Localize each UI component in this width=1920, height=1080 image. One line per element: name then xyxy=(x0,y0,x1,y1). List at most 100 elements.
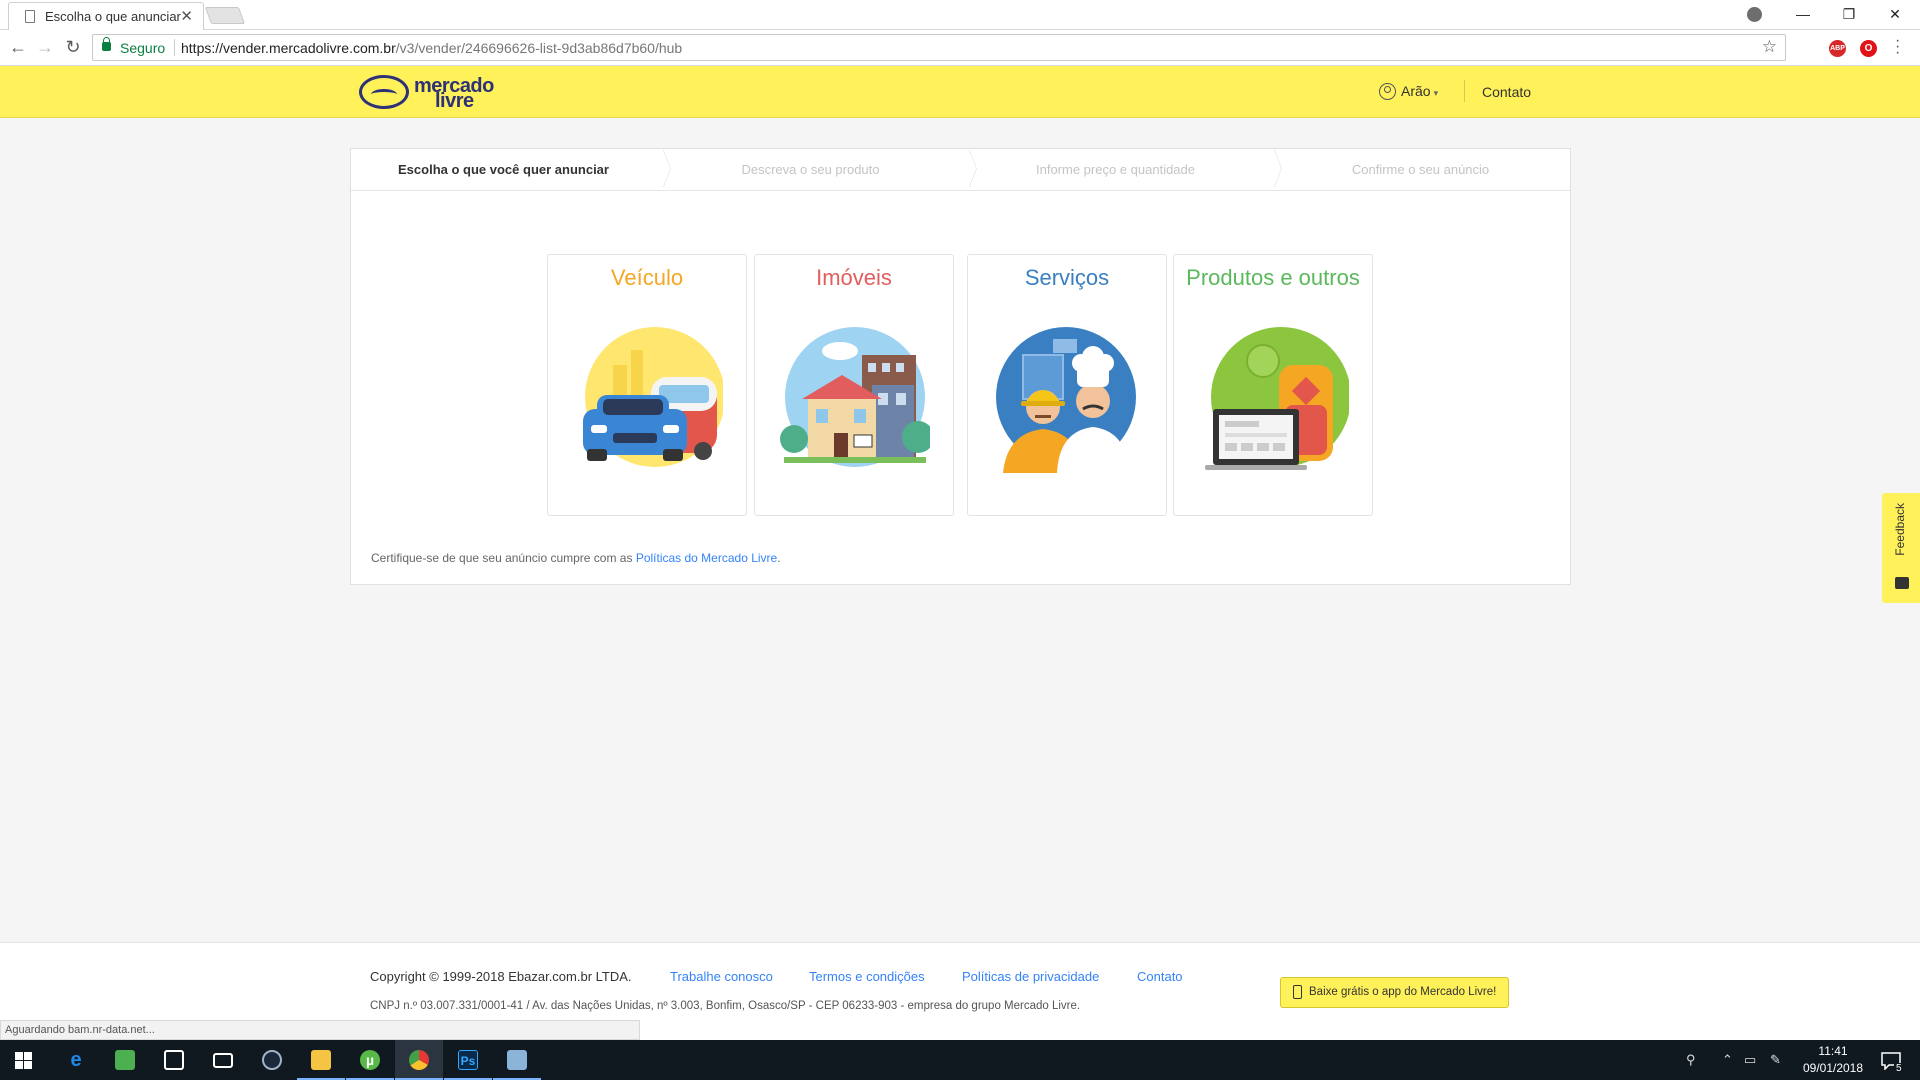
worker-icon xyxy=(996,327,1136,473)
category-title: Produtos e outros xyxy=(1186,265,1360,290)
taskbar-notepad-button[interactable] xyxy=(101,1040,149,1080)
mercado-livre-logo[interactable]: mercado livre xyxy=(359,75,499,112)
secure-label: Seguro xyxy=(120,40,166,56)
contact-link[interactable]: Contato xyxy=(1482,84,1531,100)
forward-icon[interactable]: → xyxy=(32,35,58,61)
step-price: Informe preço e quantidade xyxy=(1036,162,1195,177)
people-icon[interactable]: ⚲ xyxy=(1686,1052,1696,1068)
taskbar-photoshop-button[interactable]: Ps xyxy=(444,1040,492,1080)
store-icon xyxy=(164,1050,184,1070)
network-icon[interactable]: ▭ xyxy=(1744,1052,1756,1068)
browser-tab[interactable]: Escolha o que anunciar ✕ xyxy=(8,2,204,30)
footer-link-terms[interactable]: Termos e condições xyxy=(809,969,925,984)
footer-link-contact[interactable]: Contato xyxy=(1137,969,1183,984)
house-icon xyxy=(780,327,930,467)
step-describe: Descreva o seu produto xyxy=(741,162,880,177)
edge-icon: e xyxy=(70,1049,82,1071)
utorrent-icon: µ xyxy=(360,1050,380,1070)
user-icon xyxy=(1379,83,1396,100)
clock-date: 09/01/2018 xyxy=(1802,1061,1864,1075)
steam-icon xyxy=(262,1050,282,1070)
feedback-tab[interactable]: Feedback xyxy=(1882,493,1920,603)
taskbar-utorrent-button[interactable]: µ xyxy=(346,1040,394,1080)
adblock-icon[interactable]: ABP xyxy=(1829,40,1846,57)
browser-titlebar: Escolha o que anunciar ✕ — ❐ ✕ xyxy=(0,0,1920,30)
reload-icon[interactable]: ↻ xyxy=(60,35,86,61)
download-app-label: Baixe grátis o app do Mercado Livre! xyxy=(1309,986,1497,998)
explorer-icon xyxy=(311,1050,331,1070)
tab-title: Escolha o que anunciar xyxy=(45,9,181,24)
taskbar-explorer-button[interactable] xyxy=(297,1040,345,1080)
header-divider xyxy=(1464,80,1465,102)
laptop-backpack-icon xyxy=(1205,327,1349,470)
windows-icon xyxy=(15,1052,32,1069)
bookmark-star-icon[interactable]: ☆ xyxy=(1762,37,1777,57)
address-separator xyxy=(174,39,175,56)
taskbar-mail-button[interactable] xyxy=(199,1040,247,1080)
browser-toolbar: ← → ↻ Seguro https://vender.mercadolivre… xyxy=(0,30,1920,66)
page-icon xyxy=(25,10,35,23)
listing-wizard: Escolha o que você quer anunciar Descrev… xyxy=(350,148,1571,585)
minimize-button[interactable]: — xyxy=(1780,0,1826,30)
site-header: mercado livre Arão ▾ Contato xyxy=(0,66,1920,118)
mail-icon xyxy=(213,1053,233,1068)
chrome-icon xyxy=(409,1050,429,1070)
opera-icon[interactable]: O xyxy=(1860,40,1877,57)
chevron-down-icon: ▾ xyxy=(1433,88,1439,98)
category-card-vehicle[interactable]: Veículo xyxy=(547,254,747,516)
address-bar[interactable]: Seguro https://vender.mercadolivre.com.b… xyxy=(92,34,1786,61)
close-window-button[interactable]: ✕ xyxy=(1872,0,1918,30)
phone-icon xyxy=(1293,985,1302,999)
browser-menu-icon[interactable]: · · · xyxy=(1895,33,1900,61)
handshake-icon xyxy=(359,75,409,109)
lock-icon xyxy=(102,37,111,51)
back-icon[interactable]: ← xyxy=(5,35,31,61)
chat-icon xyxy=(1895,577,1909,589)
start-button[interactable] xyxy=(0,1040,48,1080)
taskbar-edge-button[interactable]: e xyxy=(52,1040,100,1080)
url-host: https://vender.mercadolivre.com.br xyxy=(181,40,396,56)
feedback-label: Feedback xyxy=(1893,503,1907,556)
footer-link-privacy[interactable]: Políticas de privacidade xyxy=(962,969,1099,984)
notification-count: 5 xyxy=(1894,1063,1904,1074)
footer-link-careers[interactable]: Trabalhe conosco xyxy=(670,969,773,984)
category-card-products[interactable]: Produtos e outros xyxy=(1173,254,1373,516)
taskbar-paint-button[interactable] xyxy=(493,1040,541,1080)
policy-link[interactable]: Políticas do Mercado Livre xyxy=(636,551,777,565)
tray-expand-icon[interactable]: ⌃ xyxy=(1722,1052,1733,1068)
brand-line-2: livre xyxy=(435,90,474,112)
taskbar-chrome-button[interactable] xyxy=(395,1040,443,1080)
restore-button[interactable]: ❐ xyxy=(1826,0,1872,30)
pen-icon[interactable]: ✎ xyxy=(1770,1052,1781,1068)
policy-text: Certifique-se de que seu anúncio cumpre … xyxy=(371,551,636,565)
url-path: /v3/vender/246696626-list-9d3ab86d7b60/h… xyxy=(395,40,683,56)
category-card-real-estate[interactable]: Imóveis xyxy=(754,254,954,516)
company-info: CNPJ n.º 03.007.331/0001-41 / Av. das Na… xyxy=(370,1000,1081,1012)
profile-icon[interactable] xyxy=(1747,7,1762,22)
step-confirm: Confirme o seu anúncio xyxy=(1351,162,1490,177)
clock-time: 11:41 xyxy=(1818,1044,1848,1058)
browser-status-bar: Aguardando bam.nr-data.net... xyxy=(0,1020,640,1040)
car-icon xyxy=(583,327,723,467)
step-choose: Escolha o que você quer anunciar xyxy=(398,162,609,177)
taskbar-steam-button[interactable] xyxy=(248,1040,296,1080)
url-text[interactable]: https://vender.mercadolivre.com.br/v3/ve… xyxy=(181,40,682,56)
policy-note: Certifique-se de que seu anúncio cumpre … xyxy=(371,551,781,565)
taskbar-store-button[interactable] xyxy=(150,1040,198,1080)
download-app-button[interactable]: Baixe grátis o app do Mercado Livre! xyxy=(1280,977,1509,1008)
copyright-text: Copyright © 1999-2018 Ebazar.com.br LTDA… xyxy=(370,969,632,984)
category-title: Veículo xyxy=(610,265,684,290)
action-center-button[interactable]: 5 xyxy=(1874,1048,1920,1078)
close-tab-icon[interactable]: ✕ xyxy=(180,7,193,25)
category-title: Serviços xyxy=(1024,265,1110,290)
wizard-steps: Escolha o que você quer anunciar Descrev… xyxy=(351,149,1570,191)
system-clock[interactable]: 11:41 09/01/2018 xyxy=(1798,1043,1868,1077)
user-name: Arão xyxy=(1401,83,1431,99)
photoshop-icon: Ps xyxy=(458,1050,478,1070)
notepad-icon xyxy=(115,1050,135,1070)
user-menu[interactable]: Arão ▾ xyxy=(1379,83,1438,100)
policy-end: . xyxy=(777,551,781,565)
category-title: Imóveis xyxy=(816,265,892,290)
category-card-services[interactable]: Serviços xyxy=(967,254,1167,516)
new-tab-button[interactable] xyxy=(204,7,246,24)
